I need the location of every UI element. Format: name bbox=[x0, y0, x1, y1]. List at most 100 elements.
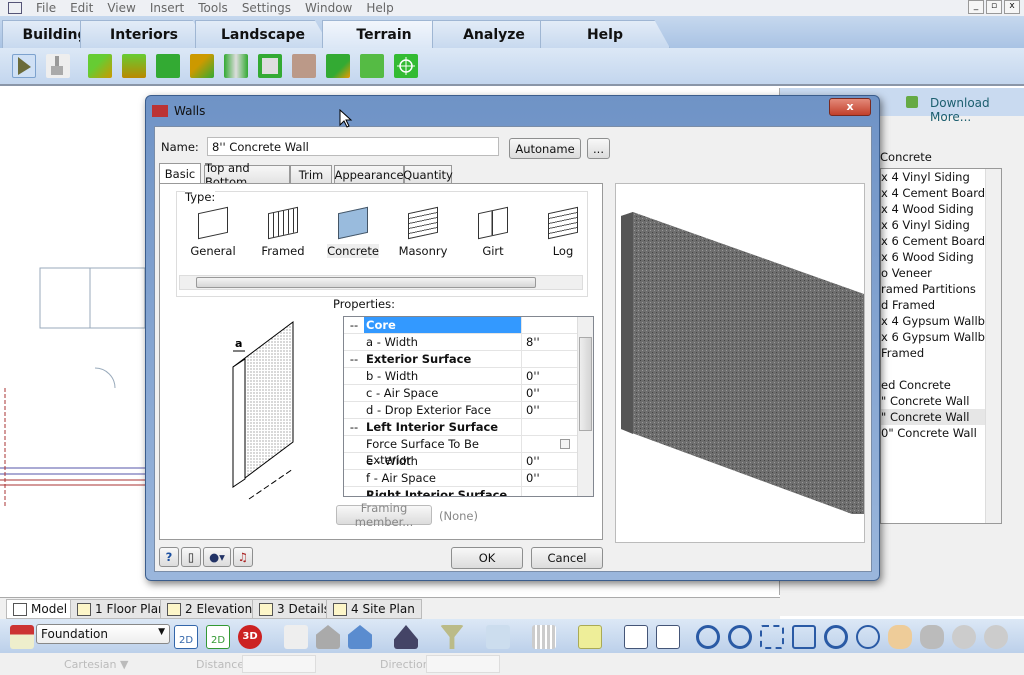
framing-member-button[interactable]: Framing member... bbox=[336, 501, 432, 529]
plan-2d-color-icon[interactable]: 2D bbox=[206, 625, 230, 649]
tab-floor-plan[interactable]: 1 Floor Plan bbox=[70, 599, 173, 619]
walk-icon[interactable] bbox=[920, 625, 944, 649]
property-value[interactable]: 0'' bbox=[522, 453, 576, 469]
property-row[interactable]: Force Surface To Be Exterior bbox=[344, 436, 593, 467]
tab-elevations[interactable]: 2 Elevations bbox=[160, 599, 266, 619]
tab-help[interactable]: Help bbox=[540, 20, 670, 48]
zoom-out-icon[interactable] bbox=[728, 625, 752, 649]
type-masonry[interactable]: Masonry bbox=[393, 206, 453, 258]
floor-select[interactable]: Foundation ▼ bbox=[36, 624, 170, 644]
property-value[interactable] bbox=[522, 436, 576, 452]
display-icon[interactable] bbox=[624, 625, 648, 649]
tab-details[interactable]: 3 Details bbox=[252, 599, 338, 619]
roof-view-icon[interactable] bbox=[394, 625, 418, 649]
layer-icon[interactable] bbox=[656, 625, 680, 649]
expand-toggle[interactable] bbox=[344, 402, 364, 418]
raise-terrain-icon[interactable] bbox=[88, 54, 112, 78]
swap-view-icon[interactable] bbox=[284, 625, 308, 649]
tab-appearance[interactable]: Appearance bbox=[334, 165, 404, 184]
menu-insert[interactable]: Insert bbox=[150, 1, 184, 15]
restore-button[interactable]: ▫ bbox=[986, 0, 1002, 14]
railing-icon[interactable] bbox=[532, 625, 556, 649]
zoom-extents-icon[interactable] bbox=[856, 625, 880, 649]
property-value[interactable] bbox=[522, 351, 576, 367]
library-item[interactable]: o Veneer bbox=[881, 265, 1001, 281]
expand-toggle[interactable] bbox=[344, 334, 364, 350]
terrain-point-icon[interactable] bbox=[394, 54, 418, 78]
tab-analyze[interactable]: Analyze bbox=[432, 20, 556, 48]
property-row[interactable]: f - Air Space 0'' bbox=[344, 470, 593, 487]
fill-window-icon[interactable] bbox=[792, 625, 816, 649]
force-exterior-checkbox[interactable] bbox=[560, 439, 570, 449]
type-framed[interactable]: Framed bbox=[253, 206, 313, 258]
zoom-icon[interactable] bbox=[824, 625, 848, 649]
zoom-in-icon[interactable] bbox=[696, 625, 720, 649]
help-icon[interactable]: ? bbox=[159, 547, 179, 567]
type-concrete[interactable]: Concrete bbox=[323, 206, 383, 258]
library-item[interactable] bbox=[881, 361, 1001, 377]
library-folder[interactable]: Concrete bbox=[880, 150, 1002, 166]
menu-window[interactable]: Window bbox=[305, 1, 352, 15]
menu-help[interactable]: Help bbox=[366, 1, 393, 15]
select-arrow-icon[interactable] bbox=[12, 54, 36, 78]
library-scrollbar[interactable] bbox=[985, 169, 1001, 523]
properties-scrollbar[interactable] bbox=[577, 317, 593, 496]
close-button[interactable]: x bbox=[829, 98, 871, 116]
terrain-region-icon[interactable] bbox=[156, 54, 180, 78]
hill-icon[interactable] bbox=[122, 54, 146, 78]
expand-toggle[interactable] bbox=[344, 470, 364, 486]
ok-button[interactable]: OK bbox=[451, 547, 523, 569]
library-item[interactable]: x 4 Gypsum Wallboard bbox=[881, 313, 1001, 329]
zoom-window-icon[interactable] bbox=[760, 625, 784, 649]
library-item[interactable]: ed Concrete bbox=[881, 377, 1001, 393]
tab-site-plan[interactable]: 4 Site Plan bbox=[326, 599, 422, 619]
plan-2d-icon[interactable]: 2D bbox=[174, 625, 198, 649]
paint-brush-icon[interactable] bbox=[46, 54, 70, 78]
expand-toggle[interactable] bbox=[344, 453, 364, 469]
camera-check-icon[interactable] bbox=[486, 625, 510, 649]
library-item[interactable]: x 4 Cement Board Sidin bbox=[881, 185, 1001, 201]
library-item[interactable]: Framed bbox=[881, 345, 1001, 361]
tab-model[interactable]: Model bbox=[6, 599, 75, 619]
distance-input[interactable] bbox=[242, 655, 316, 673]
online-help-icon[interactable]: ●▾ bbox=[203, 547, 231, 567]
video-help-icon[interactable]: ♫ bbox=[233, 547, 253, 567]
property-value[interactable] bbox=[522, 487, 576, 496]
library-item[interactable]: ramed Partitions bbox=[881, 281, 1001, 297]
property-row[interactable]: c - Air Space 0'' bbox=[344, 385, 593, 402]
expand-toggle[interactable] bbox=[344, 385, 364, 401]
flat-region-icon[interactable] bbox=[258, 54, 282, 78]
menu-tools[interactable]: Tools bbox=[198, 1, 228, 15]
property-row[interactable]: a - Width 8'' bbox=[344, 334, 593, 351]
property-row[interactable]: Right Interior Surface bbox=[344, 487, 593, 496]
contour-icon[interactable] bbox=[360, 54, 384, 78]
property-row[interactable]: -- Exterior Surface bbox=[344, 351, 593, 368]
camera-3d-icon[interactable]: 3D bbox=[238, 625, 262, 649]
menu-file[interactable]: File bbox=[36, 1, 56, 15]
library-item[interactable]: x 6 Wood Siding bbox=[881, 249, 1001, 265]
library-item[interactable]: x 6 Cement Board Sidin bbox=[881, 233, 1001, 249]
box-icon[interactable] bbox=[578, 625, 602, 649]
type-scrollbar[interactable] bbox=[179, 275, 583, 290]
autoname-button[interactable]: Autoname bbox=[509, 138, 581, 159]
property-value[interactable]: 0'' bbox=[522, 402, 576, 418]
orbit-icon[interactable] bbox=[952, 625, 976, 649]
house-view-icon[interactable] bbox=[316, 625, 340, 649]
terrain-edge-icon[interactable] bbox=[326, 54, 350, 78]
menu-view[interactable]: View bbox=[107, 1, 135, 15]
context-help-icon[interactable]: ▯ bbox=[181, 547, 201, 567]
cancel-button[interactable]: Cancel bbox=[531, 547, 603, 569]
tab-interiors[interactable]: Interiors bbox=[80, 20, 208, 48]
pan-hand-icon[interactable] bbox=[888, 625, 912, 649]
library-item[interactable]: x 4 Vinyl Siding bbox=[881, 169, 1001, 185]
expand-toggle[interactable]: -- bbox=[344, 317, 364, 333]
library-item[interactable]: x 6 Vinyl Siding bbox=[881, 217, 1001, 233]
library-item[interactable]: 0" Concrete Wall bbox=[881, 425, 1001, 441]
terrain-slope-icon[interactable] bbox=[190, 54, 214, 78]
close-window-button[interactable]: x bbox=[1004, 0, 1020, 14]
tab-terrain[interactable]: Terrain bbox=[322, 20, 446, 48]
road-icon[interactable] bbox=[224, 54, 248, 78]
property-value[interactable]: 8'' bbox=[522, 334, 576, 350]
library-item[interactable]: x 6 Gypsum Wallboard bbox=[881, 329, 1001, 345]
tab-landscape[interactable]: Landscape bbox=[195, 20, 331, 48]
